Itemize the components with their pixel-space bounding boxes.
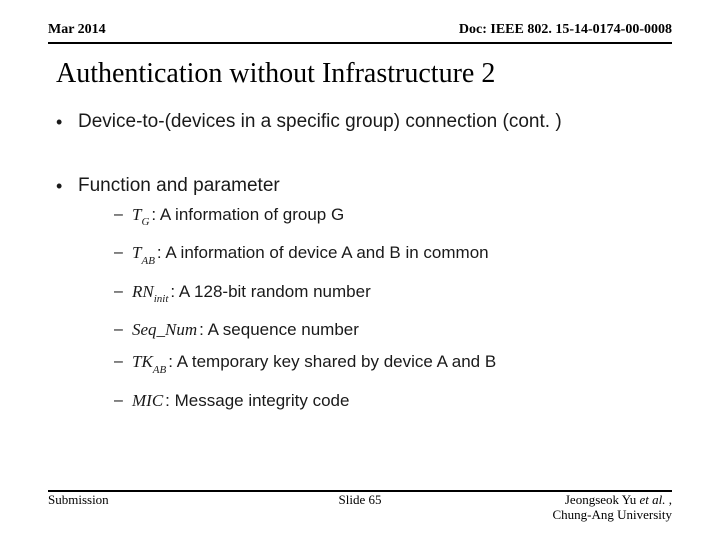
- parameter-list: – TG : A information of group G – TAB : …: [114, 204, 672, 412]
- param-row-tg: – TG : A information of group G: [114, 204, 672, 232]
- param-symbol: TAB: [132, 242, 155, 270]
- param-symbol: RNinit: [132, 281, 168, 309]
- param-desc: : Message integrity code: [165, 390, 349, 412]
- param-row-seq: – Seq_Num : A sequence number: [114, 319, 672, 341]
- param-desc: : A sequence number: [199, 319, 359, 341]
- dash-icon: –: [114, 351, 132, 373]
- param-desc: : A information of device A and B in com…: [157, 242, 489, 264]
- header-doc-id: Doc: IEEE 802. 15-14-0174-00-0008: [459, 22, 672, 38]
- param-row-tab: – TAB : A information of device A and B …: [114, 242, 672, 270]
- bullet-1: • Device-to-(devices in a specific group…: [56, 110, 672, 134]
- slide-content: • Device-to-(devices in a specific group…: [56, 110, 672, 422]
- dash-icon: –: [114, 281, 132, 303]
- slide-title: Authentication without Infrastructure 2: [56, 58, 495, 90]
- footer: Submission Slide 65 Jeongseok Yu et al. …: [48, 492, 672, 522]
- param-desc: : A 128-bit random number: [170, 281, 370, 303]
- bullet-2-text: Function and parameter: [78, 174, 280, 198]
- param-desc: : A information of group G: [151, 204, 344, 226]
- param-row-rn: – RNinit : A 128-bit random number: [114, 281, 672, 309]
- bullet-dot-icon: •: [56, 174, 78, 198]
- param-desc: : A temporary key shared by device A and…: [168, 351, 496, 373]
- dash-icon: –: [114, 390, 132, 412]
- param-symbol: TKAB: [132, 351, 166, 379]
- bullet-dot-icon: •: [56, 110, 78, 134]
- dash-icon: –: [114, 204, 132, 226]
- param-symbol: TG: [132, 204, 149, 232]
- param-row-tk: – TKAB : A temporary key shared by devic…: [114, 351, 672, 379]
- header-date: Mar 2014: [48, 22, 106, 38]
- bullet-2: • Function and parameter: [56, 174, 672, 198]
- param-symbol: MIC: [132, 390, 163, 412]
- bullet-1-text: Device-to-(devices in a specific group) …: [78, 110, 562, 134]
- param-row-mic: – MIC : Message integrity code: [114, 390, 672, 412]
- dash-icon: –: [114, 242, 132, 264]
- footer-slide-number: Slide 65: [48, 492, 672, 508]
- dash-icon: –: [114, 319, 132, 341]
- param-symbol: Seq_Num: [132, 319, 197, 341]
- header-rule: [48, 42, 672, 44]
